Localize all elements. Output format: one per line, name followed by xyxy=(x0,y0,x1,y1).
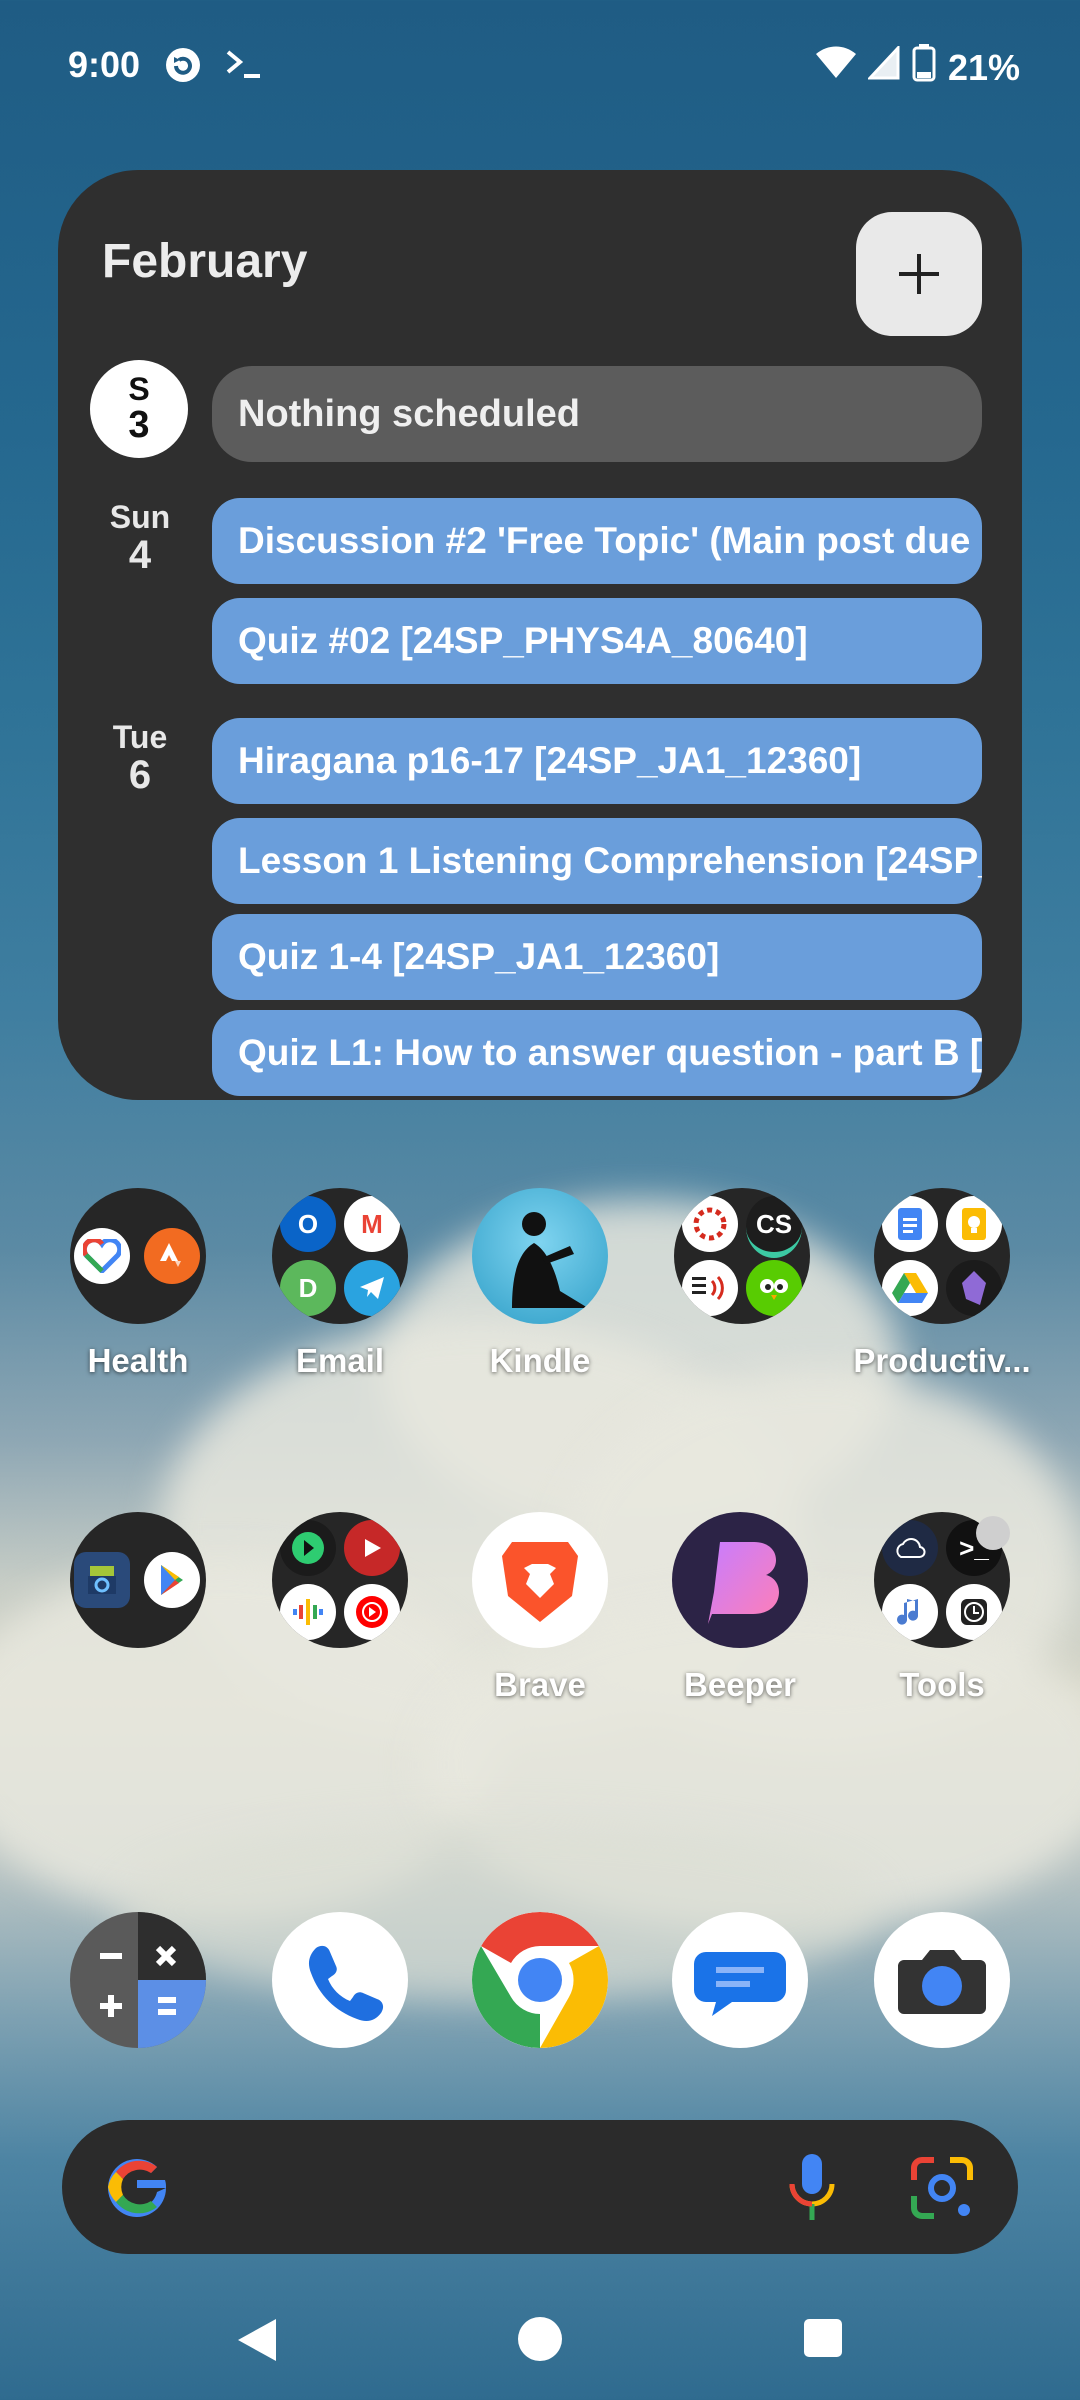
strava-icon xyxy=(144,1228,200,1284)
messages-icon xyxy=(672,1912,808,2048)
app-label: Beeper xyxy=(684,1666,796,1703)
podcasts-icon xyxy=(280,1584,336,1640)
google-fit-icon xyxy=(74,1228,130,1284)
day-label-tue: Tue 6 xyxy=(112,719,168,797)
status-bar: 9:00 21% xyxy=(68,40,1020,90)
japan-times-icon xyxy=(682,1260,738,1316)
health-folder[interactable]: Health xyxy=(38,1188,238,1380)
day-label-sun: Sun 4 xyxy=(109,499,171,577)
voice-search-icon[interactable] xyxy=(782,2150,842,2231)
battery-percent: 21% xyxy=(947,46,1020,88)
cs-app-icon: CS xyxy=(746,1196,802,1258)
calendar-widget[interactable]: February S 3 Nothing scheduled Sun 4 Dis… xyxy=(58,170,1022,1100)
google-docs-icon xyxy=(882,1196,938,1252)
unnamed-folder[interactable]: CS xyxy=(642,1188,842,1342)
unnamed-folder-2[interactable] xyxy=(38,1512,238,1666)
kindle-icon xyxy=(472,1188,608,1324)
pocket-casts-icon xyxy=(344,1520,400,1576)
weather-icon xyxy=(882,1520,938,1576)
email-folder[interactable]: O M D Email xyxy=(240,1188,440,1380)
folder-icon xyxy=(70,1512,206,1648)
event-item[interactable]: Quiz 1-4 [24SP_JA1_12360] xyxy=(212,914,982,1000)
google-lens-icon[interactable] xyxy=(908,2154,976,2227)
add-event-button[interactable] xyxy=(856,212,982,336)
event-item[interactable]: Hiragana p16-17 [24SP_JA1_12360] xyxy=(212,718,982,804)
email-folder-icon: O M D xyxy=(272,1188,408,1324)
event-item[interactable]: Discussion #2 'Free Topic' (Main post du… xyxy=(212,498,982,584)
music-note-icon xyxy=(882,1584,938,1640)
tools-folder[interactable]: >_ Tools xyxy=(842,1512,1042,1704)
productivity-folder[interactable]: Productiv... xyxy=(842,1188,1042,1380)
chrome-app[interactable] xyxy=(440,1912,640,2048)
today-day-letter: S xyxy=(128,371,150,407)
health-folder-icon xyxy=(70,1188,206,1324)
app-label: Productiv... xyxy=(853,1342,1031,1379)
media-folder[interactable] xyxy=(240,1512,440,1666)
app-label: Kindle xyxy=(489,1342,591,1379)
nothing-scheduled-item[interactable]: Nothing scheduled xyxy=(212,366,982,462)
app-label: Tools xyxy=(899,1666,985,1703)
beeper-icon xyxy=(672,1512,808,1648)
brave-app[interactable]: Brave xyxy=(440,1512,640,1704)
back-button[interactable] xyxy=(234,2315,280,2370)
terminal-icon xyxy=(224,46,264,93)
today-day-number: 3 xyxy=(128,404,150,446)
app-label: Brave xyxy=(494,1666,586,1703)
duolingo-icon xyxy=(746,1260,802,1316)
folder-icon: CS xyxy=(674,1188,810,1324)
phone-app[interactable] xyxy=(240,1912,440,2048)
folder-icon xyxy=(272,1512,408,1648)
navigation-bar xyxy=(0,2305,1080,2375)
gmail-icon: M xyxy=(344,1196,400,1252)
app-icon: D xyxy=(280,1260,336,1316)
event-item[interactable]: Lesson 1 Listening Comprehension [24SP_J xyxy=(212,818,982,904)
chrome-icon xyxy=(472,1912,608,2048)
calendar-month: February xyxy=(102,235,308,288)
notification-dot xyxy=(976,1516,1010,1550)
camera-app[interactable] xyxy=(842,1912,1042,2048)
sync-icon xyxy=(164,46,202,93)
wifi-icon xyxy=(815,46,856,89)
app-label: Health xyxy=(87,1342,189,1379)
event-item[interactable]: Quiz #02 [24SP_PHYS4A_80640] xyxy=(212,598,982,684)
cell-signal-icon xyxy=(866,44,900,89)
plus-icon xyxy=(899,254,939,294)
android-app-icon xyxy=(74,1552,130,1608)
brave-icon xyxy=(472,1512,608,1648)
canvas-icon xyxy=(682,1196,738,1252)
calculator-app[interactable] xyxy=(38,1912,238,2048)
clock-app-icon xyxy=(946,1584,1002,1640)
google-keep-icon xyxy=(946,1196,1002,1252)
google-g-icon xyxy=(102,2152,172,2227)
google-search-bar[interactable] xyxy=(62,2120,1018,2254)
outlook-icon: O xyxy=(280,1196,336,1252)
calculator-icon xyxy=(70,1912,206,2048)
today-date-badge: S 3 xyxy=(90,360,188,458)
home-button[interactable] xyxy=(514,2313,566,2370)
app-label: Email xyxy=(295,1342,385,1379)
messages-app[interactable] xyxy=(640,1912,840,2048)
phone-icon xyxy=(272,1912,408,2048)
google-drive-icon xyxy=(882,1260,938,1316)
music-player-icon xyxy=(280,1520,336,1576)
camera-icon xyxy=(874,1912,1010,2048)
productivity-folder-icon xyxy=(874,1188,1010,1324)
play-store-icon xyxy=(144,1552,200,1608)
recents-button[interactable] xyxy=(802,2317,844,2364)
event-item[interactable]: Quiz L1: How to answer question - part B… xyxy=(212,1010,982,1096)
obsidian-icon xyxy=(946,1260,1002,1316)
kindle-app[interactable]: Kindle xyxy=(440,1188,640,1380)
youtube-music-icon xyxy=(344,1584,400,1640)
battery-icon xyxy=(912,44,936,91)
telegram-icon xyxy=(344,1260,400,1316)
clock-time: 9:00 xyxy=(68,44,141,85)
beeper-app[interactable]: Beeper xyxy=(640,1512,840,1704)
